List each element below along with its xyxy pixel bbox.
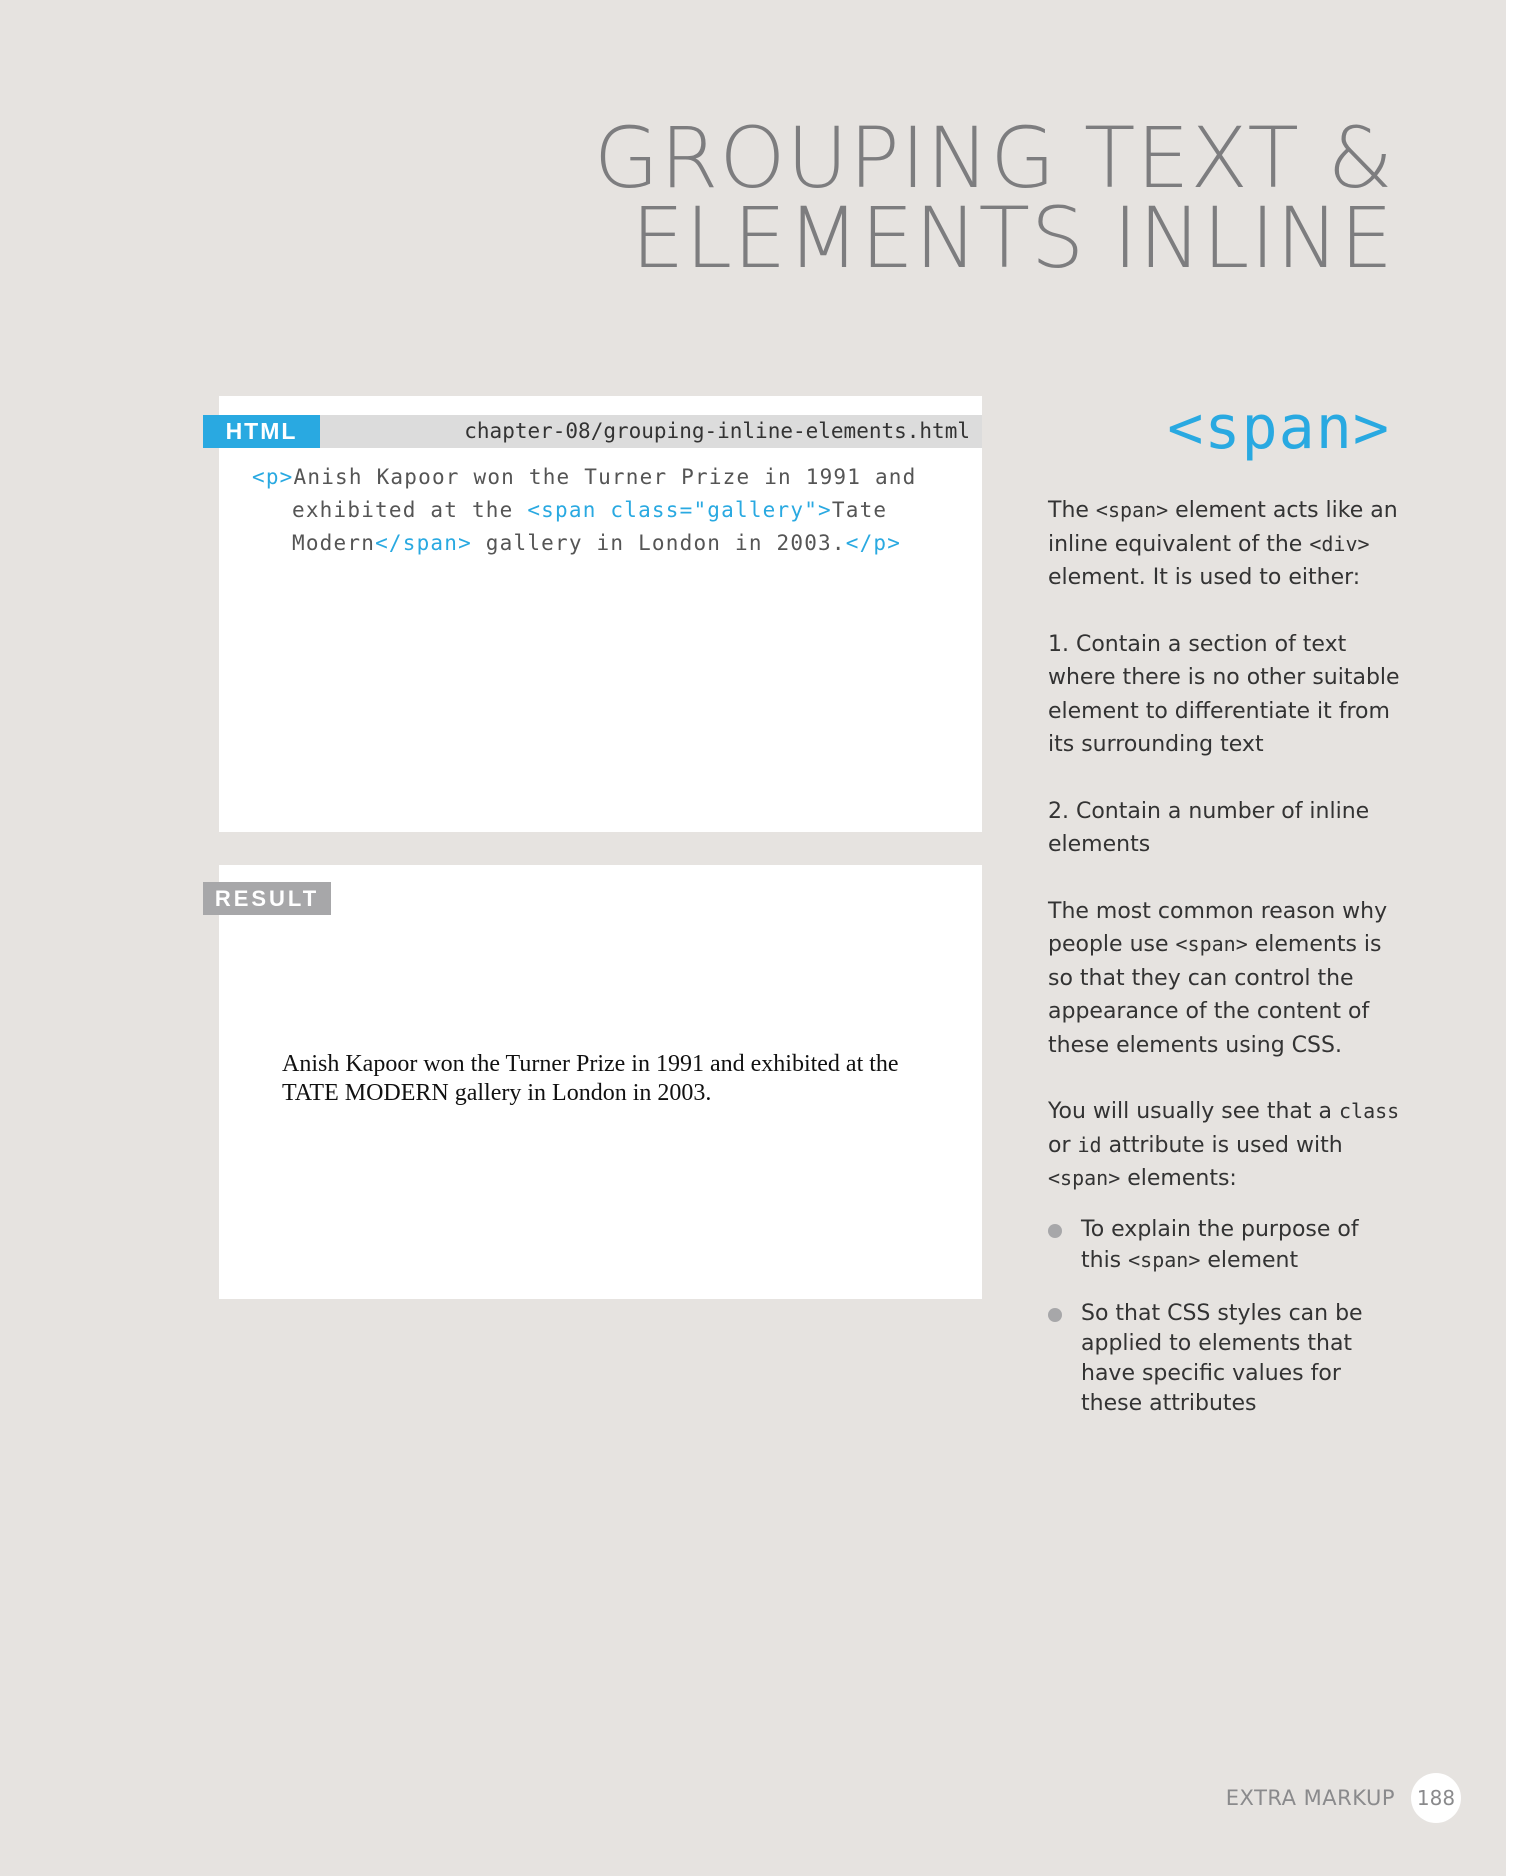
inline-code: <span> (1095, 498, 1169, 522)
page-title: GROUPING TEXT & ELEMENTS INLINE (594, 116, 1394, 280)
code-block: <p>Anish Kapoor won the Turner Prize in … (252, 461, 916, 560)
code-line: exhibited at the <span class="gallery">T… (252, 494, 916, 527)
page-edge (1506, 0, 1516, 1876)
bullet-icon (1048, 1307, 1062, 1322)
html-label: HTML (203, 415, 320, 448)
code-tag: </p> (845, 531, 902, 555)
text-run: attribute is used with (1101, 1132, 1343, 1158)
text-run: or (1048, 1132, 1078, 1158)
file-path: chapter-08/grouping-inline-elements.html (464, 419, 970, 443)
text-run: So that CSS styles can be applied to ele… (1081, 1300, 1363, 1416)
inline-code: <div> (1309, 531, 1370, 556)
text-run: You will usually see that a (1048, 1099, 1339, 1124)
list-item: To explain the purpose of this <span> el… (1048, 1215, 1400, 1276)
sidebar-paragraph: 2. Contain a number of inline elements (1048, 798, 1370, 858)
code-text: Modern (292, 531, 376, 555)
code-text: Tate (831, 498, 888, 522)
code-text: exhibited at the (292, 498, 528, 522)
sidebar-heading: <span> (1167, 393, 1390, 463)
inline-code: <span> (1175, 932, 1248, 956)
section-name: EXTRA MARKUP (1225, 1786, 1395, 1810)
text-run: element (1200, 1247, 1299, 1273)
code-line: Modern</span> gallery in London in 2003.… (252, 527, 916, 560)
sidebar-paragraph: 1. Contain a section of text where there… (1048, 631, 1400, 758)
bullet-icon (1048, 1223, 1062, 1238)
code-tag: <p> (252, 465, 294, 489)
result-label: RESULT (203, 882, 331, 915)
list-item: So that CSS styles can be applied to ele… (1048, 1299, 1400, 1419)
code-tag: <span class="gallery"> (527, 498, 832, 522)
code-text: Anish Kapoor won the Turner Prize in 199… (293, 465, 917, 489)
sidebar-paragraph: The most common reason why people use <s… (1048, 895, 1400, 1063)
sidebar-paragraph: The <span> element acts like an inline e… (1048, 494, 1400, 595)
inline-code: <span> (1128, 1247, 1201, 1272)
text-run: elements: (1120, 1166, 1237, 1191)
result-text: Anish Kapoor won the Turner Prize in 199… (282, 1051, 899, 1106)
inline-code: <span> (1048, 1166, 1121, 1190)
code-tag: </span> (375, 531, 472, 555)
page-number: 188 (1411, 1773, 1461, 1823)
code-text: gallery in London in 2003. (471, 531, 846, 555)
text-run: The (1048, 498, 1096, 523)
sidebar-text: The <span> element acts like an inline e… (1048, 494, 1400, 1442)
bullet-list: To explain the purpose of this <span> el… (1048, 1215, 1400, 1419)
sidebar-paragraph: You will usually see that a class or id … (1048, 1095, 1400, 1196)
inline-code: id (1077, 1132, 1102, 1157)
title-line-2: ELEMENTS INLINE (631, 189, 1394, 287)
text-run: element. It is used to either: (1048, 565, 1361, 590)
inline-code: class (1338, 1099, 1400, 1123)
